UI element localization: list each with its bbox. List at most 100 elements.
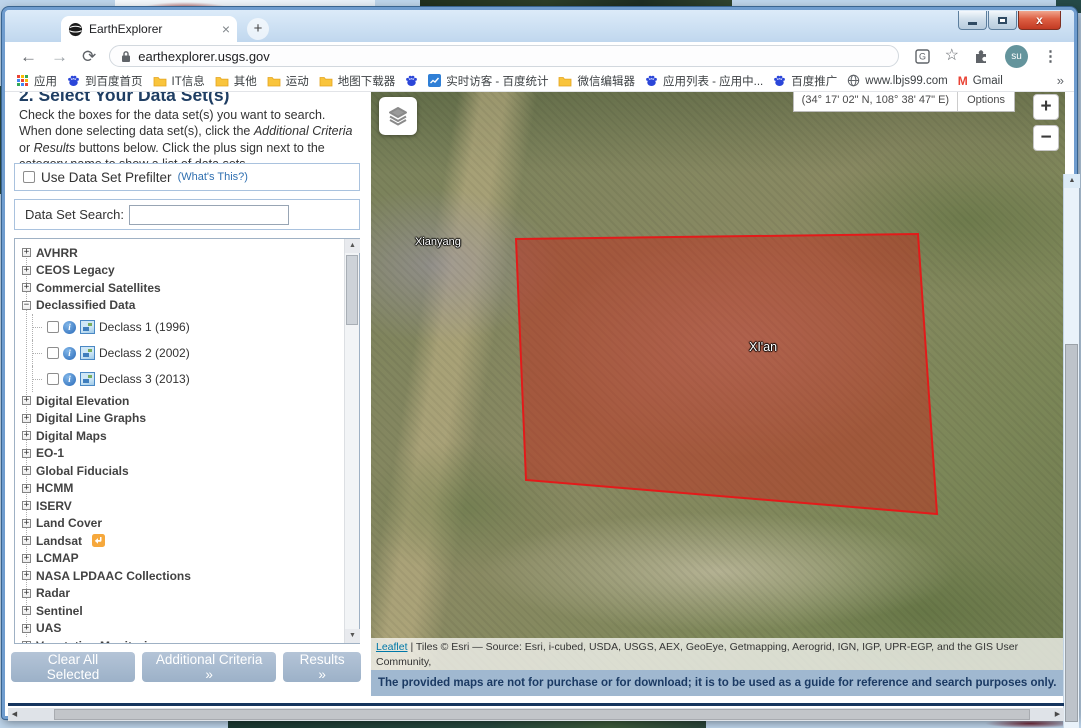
bookmark-item[interactable]: 实时访客 - 百度统计 <box>423 73 553 89</box>
tree-category[interactable]: +Radar <box>22 585 343 603</box>
reload-icon[interactable]: ⟳ <box>82 48 96 65</box>
tree-dataset-row[interactable]: iDeclass 1 (1996) <box>22 314 343 340</box>
tree-category[interactable]: +Commercial Satellites <box>22 279 343 297</box>
vertical-scrollbar-thumb[interactable] <box>1065 344 1078 722</box>
bookmark-item[interactable]: 百度推广 <box>768 73 842 89</box>
extensions-puzzle-icon[interactable] <box>974 48 990 64</box>
bookmark-item[interactable]: 运动 <box>262 73 314 89</box>
zoom-in-button[interactable]: + <box>1033 94 1059 120</box>
tree-scrollbar[interactable]: ▲ ▼ <box>344 239 359 643</box>
tree-category[interactable]: +ISERV <box>22 497 343 515</box>
dataset-checkbox[interactable] <box>47 347 59 359</box>
profile-avatar[interactable]: su <box>1005 45 1028 68</box>
expand-icon[interactable]: + <box>22 466 31 475</box>
bookmark-item[interactable]: 地图下载器 <box>314 73 401 89</box>
collapse-icon[interactable]: − <box>22 301 31 310</box>
prefilter-checkbox[interactable] <box>23 171 35 183</box>
forward-icon[interactable]: → <box>51 48 68 65</box>
tree-category[interactable]: +NASA LPDAAC Collections <box>22 567 343 585</box>
bookmark-item[interactable]: 应用列表 - 应用中... <box>640 73 768 89</box>
scroll-left-icon[interactable]: ◀ <box>8 708 21 721</box>
bookmark-star-icon[interactable]: ☆ <box>945 48 959 64</box>
tree-category[interactable]: +Digital Elevation <box>22 392 343 410</box>
tab-close-icon[interactable]: × <box>222 22 230 36</box>
zoom-out-button[interactable]: − <box>1033 125 1059 151</box>
scroll-up-icon[interactable]: ▲ <box>345 239 360 253</box>
tree-category[interactable]: +EO-1 <box>22 445 343 463</box>
expand-icon[interactable]: + <box>22 501 31 510</box>
dataset-checkbox[interactable] <box>47 373 59 385</box>
expand-icon[interactable]: + <box>22 606 31 615</box>
window-titlebar[interactable]: EarthExplorer × + x <box>5 10 1074 42</box>
bookmark-item[interactable]: MGmail <box>953 75 1008 87</box>
tree-category[interactable]: +Land Cover <box>22 515 343 533</box>
tree-category[interactable]: +Vegetation Monitoring <box>22 637 343 643</box>
page-horizontal-scrollbar[interactable]: ◀ ▶ <box>8 708 1064 721</box>
tree-category[interactable]: −Declassified Data <box>22 297 343 315</box>
bookmark-item[interactable]: 其他 <box>210 73 262 89</box>
dataset-preview-icon[interactable] <box>80 372 95 386</box>
scroll-down-icon[interactable]: ▼ <box>345 629 360 643</box>
tree-category[interactable]: +Sentinel <box>22 602 343 620</box>
expand-icon[interactable]: + <box>22 536 31 545</box>
info-icon[interactable]: i <box>63 347 76 360</box>
page-vertical-scrollbar[interactable]: ▲ ▼ <box>1063 174 1079 728</box>
dataset-checkbox[interactable] <box>47 321 59 333</box>
layers-control-button[interactable] <box>379 97 417 135</box>
dataset-preview-icon[interactable] <box>80 346 95 360</box>
bookmarks-overflow-icon[interactable]: » <box>1057 73 1068 88</box>
expand-icon[interactable]: + <box>22 414 31 423</box>
map-options-button[interactable]: Options <box>957 92 1014 111</box>
expand-icon[interactable]: + <box>22 396 31 405</box>
results-button[interactable]: Results » <box>283 652 361 682</box>
horizontal-scrollbar-thumb[interactable] <box>54 709 1030 720</box>
tree-category[interactable]: +UAS <box>22 620 343 638</box>
tree-category[interactable]: +Digital Line Graphs <box>22 410 343 428</box>
expand-icon[interactable]: + <box>22 519 31 528</box>
browser-tab[interactable]: EarthExplorer × <box>61 16 237 42</box>
bookmark-item[interactable]: 微信编辑器 <box>553 73 640 89</box>
tree-dataset-row[interactable]: iDeclass 3 (2013) <box>22 366 343 392</box>
bookmark-item[interactable]: IT信息 <box>148 73 210 89</box>
bookmark-item[interactable]: 应用 <box>11 73 62 89</box>
menu-dots-icon[interactable]: ⋮ <box>1043 49 1058 64</box>
expand-icon[interactable]: + <box>22 431 31 440</box>
tree-scrollbar-thumb[interactable] <box>346 255 358 325</box>
window-maximize-button[interactable] <box>988 11 1017 30</box>
window-close-button[interactable]: x <box>1018 11 1061 30</box>
clear-all-selected-button[interactable]: Clear All Selected <box>11 652 135 682</box>
info-icon[interactable]: i <box>63 373 76 386</box>
additional-criteria-button[interactable]: Additional Criteria » <box>142 652 276 682</box>
window-minimize-button[interactable] <box>958 11 987 30</box>
expand-icon[interactable]: + <box>22 266 31 275</box>
scroll-right-icon[interactable]: ▶ <box>1051 708 1064 721</box>
tree-category[interactable]: +AVHRR <box>22 244 343 262</box>
expand-icon[interactable]: + <box>22 589 31 598</box>
bookmark-item[interactable] <box>400 74 423 87</box>
whats-this-link[interactable]: (What's This?) <box>178 171 248 183</box>
tree-category[interactable]: +Global Fiducials <box>22 462 343 480</box>
leaflet-link[interactable]: Leaflet <box>376 641 408 653</box>
data-set-search-input[interactable] <box>129 205 289 225</box>
scroll-up-icon[interactable]: ▲ <box>1064 174 1080 188</box>
expand-icon[interactable]: + <box>22 624 31 633</box>
expand-icon[interactable]: + <box>22 484 31 493</box>
search-area-polygon[interactable] <box>371 92 1065 670</box>
expand-icon[interactable]: + <box>22 283 31 292</box>
expand-icon[interactable]: + <box>22 641 31 643</box>
expand-icon[interactable]: + <box>22 554 31 563</box>
tree-category[interactable]: +Landsat <box>22 532 343 550</box>
back-icon[interactable]: ← <box>20 48 37 65</box>
bookmark-item[interactable]: www.lbjs99.com <box>842 74 952 87</box>
address-bar[interactable]: earthexplorer.usgs.gov <box>109 45 898 67</box>
translate-icon[interactable]: G <box>915 49 930 64</box>
dataset-preview-icon[interactable] <box>80 320 95 334</box>
bookmark-item[interactable]: 到百度首页 <box>62 73 148 89</box>
tree-dataset-row[interactable]: iDeclass 2 (2002) <box>22 340 343 366</box>
tree-category[interactable]: +LCMAP <box>22 550 343 568</box>
info-icon[interactable]: i <box>63 321 76 334</box>
tree-category[interactable]: +Digital Maps <box>22 427 343 445</box>
expand-icon[interactable]: + <box>22 248 31 257</box>
expand-icon[interactable]: + <box>22 449 31 458</box>
expand-icon[interactable]: + <box>22 571 31 580</box>
